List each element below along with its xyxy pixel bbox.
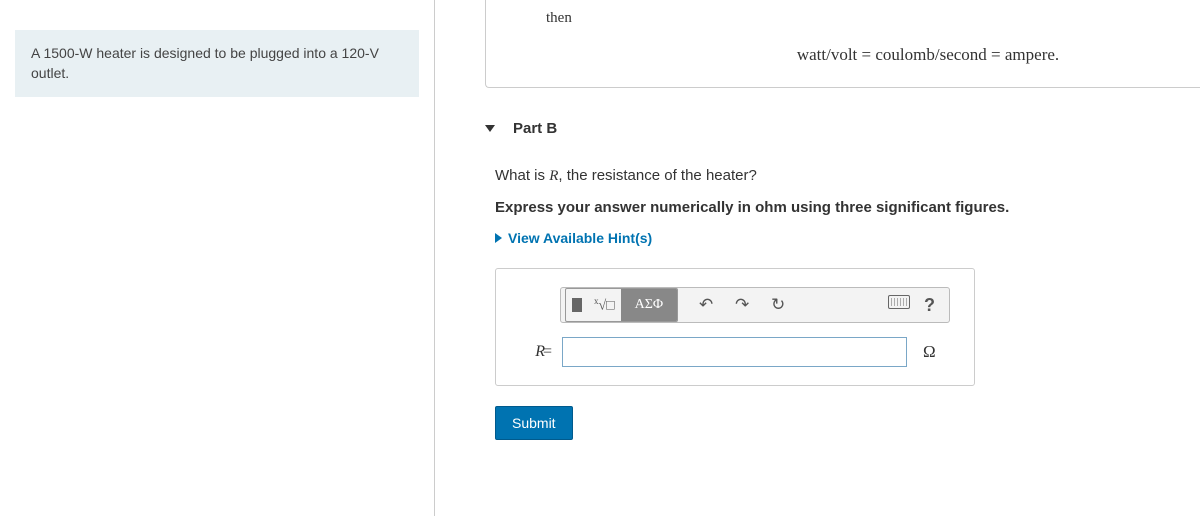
format-toggle-group: x√□ ΑΣΦ — [565, 288, 678, 322]
undo-icon: ↶ — [699, 295, 713, 315]
greek-label: ΑΣΦ — [627, 297, 672, 313]
left-panel: A 1500-W heater is designed to be plugge… — [0, 0, 435, 516]
question-suffix: , the resistance of the heater? — [558, 167, 756, 184]
right-panel: then watt/volt = coulomb/second = ampere… — [435, 0, 1200, 516]
hints-label: View Available Hint(s) — [508, 230, 652, 246]
answer-input[interactable] — [562, 337, 907, 367]
equation-toolbar: x√□ ΑΣΦ ↶ ↷ ↻ ? — [560, 287, 950, 323]
help-button[interactable]: ? — [924, 295, 935, 316]
answer-instruction: Express your answer numerically in ohm u… — [495, 199, 1200, 216]
part-title: Part B — [513, 120, 557, 137]
previous-hint-box: then watt/volt = coulomb/second = ampere… — [485, 0, 1200, 88]
redo-button[interactable]: ↷ — [732, 295, 752, 315]
template-button[interactable] — [566, 289, 588, 321]
keyboard-button[interactable] — [888, 295, 910, 309]
equals-sign: = — [543, 343, 552, 360]
submit-button[interactable]: Submit — [495, 406, 573, 440]
chevron-right-icon — [495, 233, 502, 243]
answer-box: x√□ ΑΣΦ ↶ ↷ ↻ ? R = — [495, 268, 975, 386]
keyboard-icon — [888, 295, 910, 309]
question-var: R — [549, 168, 558, 184]
question-text: What is R, the resistance of the heater? — [495, 167, 1200, 185]
hint-equation: watt/volt = coulomb/second = ampere. — [546, 45, 1170, 65]
reset-button[interactable]: ↻ — [768, 295, 788, 315]
answer-unit: Ω — [923, 342, 936, 362]
answer-input-row: R = Ω — [508, 337, 962, 367]
question-prefix: What is — [495, 167, 549, 184]
sqrt-icon: x√□ — [594, 296, 615, 315]
view-hints-link[interactable]: View Available Hint(s) — [495, 230, 1200, 246]
help-icon: ? — [924, 295, 935, 316]
greek-button[interactable]: ΑΣΦ — [621, 289, 678, 321]
disclosure-triangle-icon — [485, 125, 495, 132]
rect-icon — [572, 298, 582, 312]
undo-button[interactable]: ↶ — [696, 295, 716, 315]
radical-button[interactable]: x√□ — [588, 289, 621, 321]
problem-statement: A 1500-W heater is designed to be plugge… — [15, 30, 419, 97]
redo-icon: ↷ — [735, 295, 749, 315]
hint-then: then — [546, 10, 1170, 27]
reset-icon: ↻ — [771, 295, 785, 315]
answer-var-label: R = — [508, 343, 552, 361]
part-header[interactable]: Part B — [485, 88, 1200, 167]
